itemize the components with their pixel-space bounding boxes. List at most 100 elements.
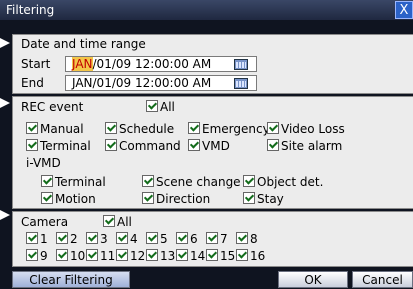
- ivmd-checkbox-object-det[interactable]: Object det.: [243, 175, 323, 189]
- checkbox-check-icon: [267, 122, 279, 134]
- checkbox-check-icon: [188, 122, 200, 134]
- camera-checkbox-2[interactable]: 2: [56, 232, 78, 246]
- ivmd-label: Scene change: [156, 175, 241, 189]
- camera-number: 10: [70, 249, 86, 263]
- checkbox-check-icon: [26, 232, 38, 244]
- ivmd-label: Terminal: [55, 175, 106, 189]
- camera-checkbox-16[interactable]: 16: [236, 249, 265, 263]
- checkbox-check-icon: [188, 139, 200, 151]
- event-label: Emergency: [202, 122, 270, 136]
- camera-heading: Camera: [21, 215, 69, 229]
- rec-all-checkbox[interactable]: All: [146, 100, 175, 114]
- checkbox-check-icon: [206, 232, 218, 244]
- camera-checkbox-3[interactable]: 3: [86, 232, 108, 246]
- camera-number: 16: [250, 249, 266, 263]
- camera-number: 3: [100, 232, 108, 246]
- rec-event-panel: REC event All Manual Schedule Emergency …: [12, 96, 413, 209]
- camera-number: 6: [190, 232, 198, 246]
- camera-checkbox-5[interactable]: 5: [146, 232, 168, 246]
- camera-checkbox-10[interactable]: 10: [56, 249, 85, 263]
- ivmd-checkbox-scene-change[interactable]: Scene change: [142, 175, 241, 189]
- camera-number: 13: [160, 249, 176, 263]
- checkbox-check-icon: [26, 139, 38, 151]
- checkbox-check-icon: [116, 249, 128, 261]
- checkbox-check-icon: [116, 232, 128, 244]
- camera-number: 12: [130, 249, 146, 263]
- checkbox-check-icon: [243, 175, 255, 187]
- camera-checkbox-15[interactable]: 15: [206, 249, 235, 263]
- camera-number: 7: [220, 232, 228, 246]
- title-bar: Filtering X: [0, 0, 413, 20]
- event-checkbox-terminal[interactable]: Terminal: [26, 139, 91, 153]
- arrow-pointer-icon: [0, 98, 10, 108]
- checkbox-check-icon: [236, 232, 248, 244]
- close-button[interactable]: X: [395, 1, 413, 19]
- window-title: Filtering: [6, 3, 55, 17]
- checkbox-check-icon: [86, 249, 98, 261]
- checkbox-check-icon: [142, 192, 154, 204]
- ivmd-checkbox-motion[interactable]: Motion: [41, 192, 96, 206]
- camera-checkbox-7[interactable]: 7: [206, 232, 228, 246]
- cancel-button[interactable]: Cancel: [352, 271, 413, 288]
- event-checkbox-site-alarm[interactable]: Site alarm: [267, 139, 342, 153]
- start-date-rest: /01/09 12:00:00 AM: [92, 57, 212, 71]
- clear-filtering-button[interactable]: Clear Filtering: [12, 271, 130, 288]
- rec-event-heading: REC event: [21, 100, 84, 114]
- camera-checkbox-8[interactable]: 8: [236, 232, 258, 246]
- checkbox-check-icon: [146, 249, 158, 261]
- date-range-panel: Date and time range Start JAN/01/09 12:0…: [12, 34, 413, 94]
- checkbox-check-icon: [176, 249, 188, 261]
- event-checkbox-schedule[interactable]: Schedule: [105, 122, 174, 136]
- start-month-segment[interactable]: JAN: [72, 57, 93, 71]
- event-label: Command: [119, 139, 181, 153]
- event-checkbox-manual[interactable]: Manual: [26, 122, 84, 136]
- arrow-pointer-icon: [0, 210, 10, 220]
- calendar-icon[interactable]: [234, 78, 248, 89]
- camera-checkbox-6[interactable]: 6: [176, 232, 198, 246]
- checkbox-check-icon: [236, 249, 248, 261]
- ivmd-checkbox-terminal[interactable]: Terminal: [41, 175, 106, 189]
- event-checkbox-vmd[interactable]: VMD: [188, 139, 230, 153]
- checkbox-check-icon: [86, 232, 98, 244]
- camera-number: 8: [250, 232, 258, 246]
- camera-all-label: All: [117, 215, 132, 229]
- event-label: VMD: [202, 139, 230, 153]
- camera-number: 15: [220, 249, 236, 263]
- event-label: Manual: [40, 122, 84, 136]
- camera-checkbox-12[interactable]: 12: [116, 249, 145, 263]
- end-date-field[interactable]: JAN/01/09 12:00:00 AM: [65, 75, 257, 91]
- camera-number: 5: [160, 232, 168, 246]
- date-range-heading: Date and time range: [21, 37, 146, 51]
- calendar-icon[interactable]: [234, 59, 248, 70]
- camera-number: 1: [40, 232, 48, 246]
- checkbox-check-icon: [105, 122, 117, 134]
- camera-checkbox-9[interactable]: 9: [26, 249, 48, 263]
- camera-checkbox-14[interactable]: 14: [176, 249, 205, 263]
- ok-button[interactable]: OK: [278, 271, 348, 288]
- camera-panel: Camera All 1 2 3 4 5 6 7 8 9 10 11 12 13…: [12, 211, 413, 267]
- start-date-field[interactable]: JAN/01/09 12:00:00 AM: [65, 56, 257, 72]
- checkbox-check-icon: [146, 232, 158, 244]
- checkbox-check-icon: [56, 249, 68, 261]
- event-label: Site alarm: [281, 139, 343, 153]
- checkbox-check-icon: [206, 249, 218, 261]
- ivmd-checkbox-stay[interactable]: Stay: [243, 192, 284, 206]
- event-checkbox-video-loss[interactable]: Video Loss: [267, 122, 345, 136]
- camera-checkbox-1[interactable]: 1: [26, 232, 48, 246]
- camera-checkbox-4[interactable]: 4: [116, 232, 138, 246]
- ivmd-label: Motion: [55, 192, 96, 206]
- ivmd-checkbox-direction[interactable]: Direction: [142, 192, 210, 206]
- checkbox-check-icon: [41, 192, 53, 204]
- ivmd-label: Object det.: [257, 175, 324, 189]
- event-checkbox-emergency[interactable]: Emergency: [188, 122, 270, 136]
- checkbox-check-icon: [103, 215, 115, 227]
- camera-all-checkbox[interactable]: All: [103, 215, 132, 229]
- arrow-pointer-icon: [0, 38, 10, 48]
- ivmd-label: Stay: [257, 192, 284, 206]
- camera-checkbox-11[interactable]: 11: [86, 249, 115, 263]
- camera-number: 11: [100, 249, 116, 263]
- end-label: End: [21, 76, 44, 90]
- camera-checkbox-13[interactable]: 13: [146, 249, 175, 263]
- checkbox-check-icon: [105, 139, 117, 151]
- event-checkbox-command[interactable]: Command: [105, 139, 181, 153]
